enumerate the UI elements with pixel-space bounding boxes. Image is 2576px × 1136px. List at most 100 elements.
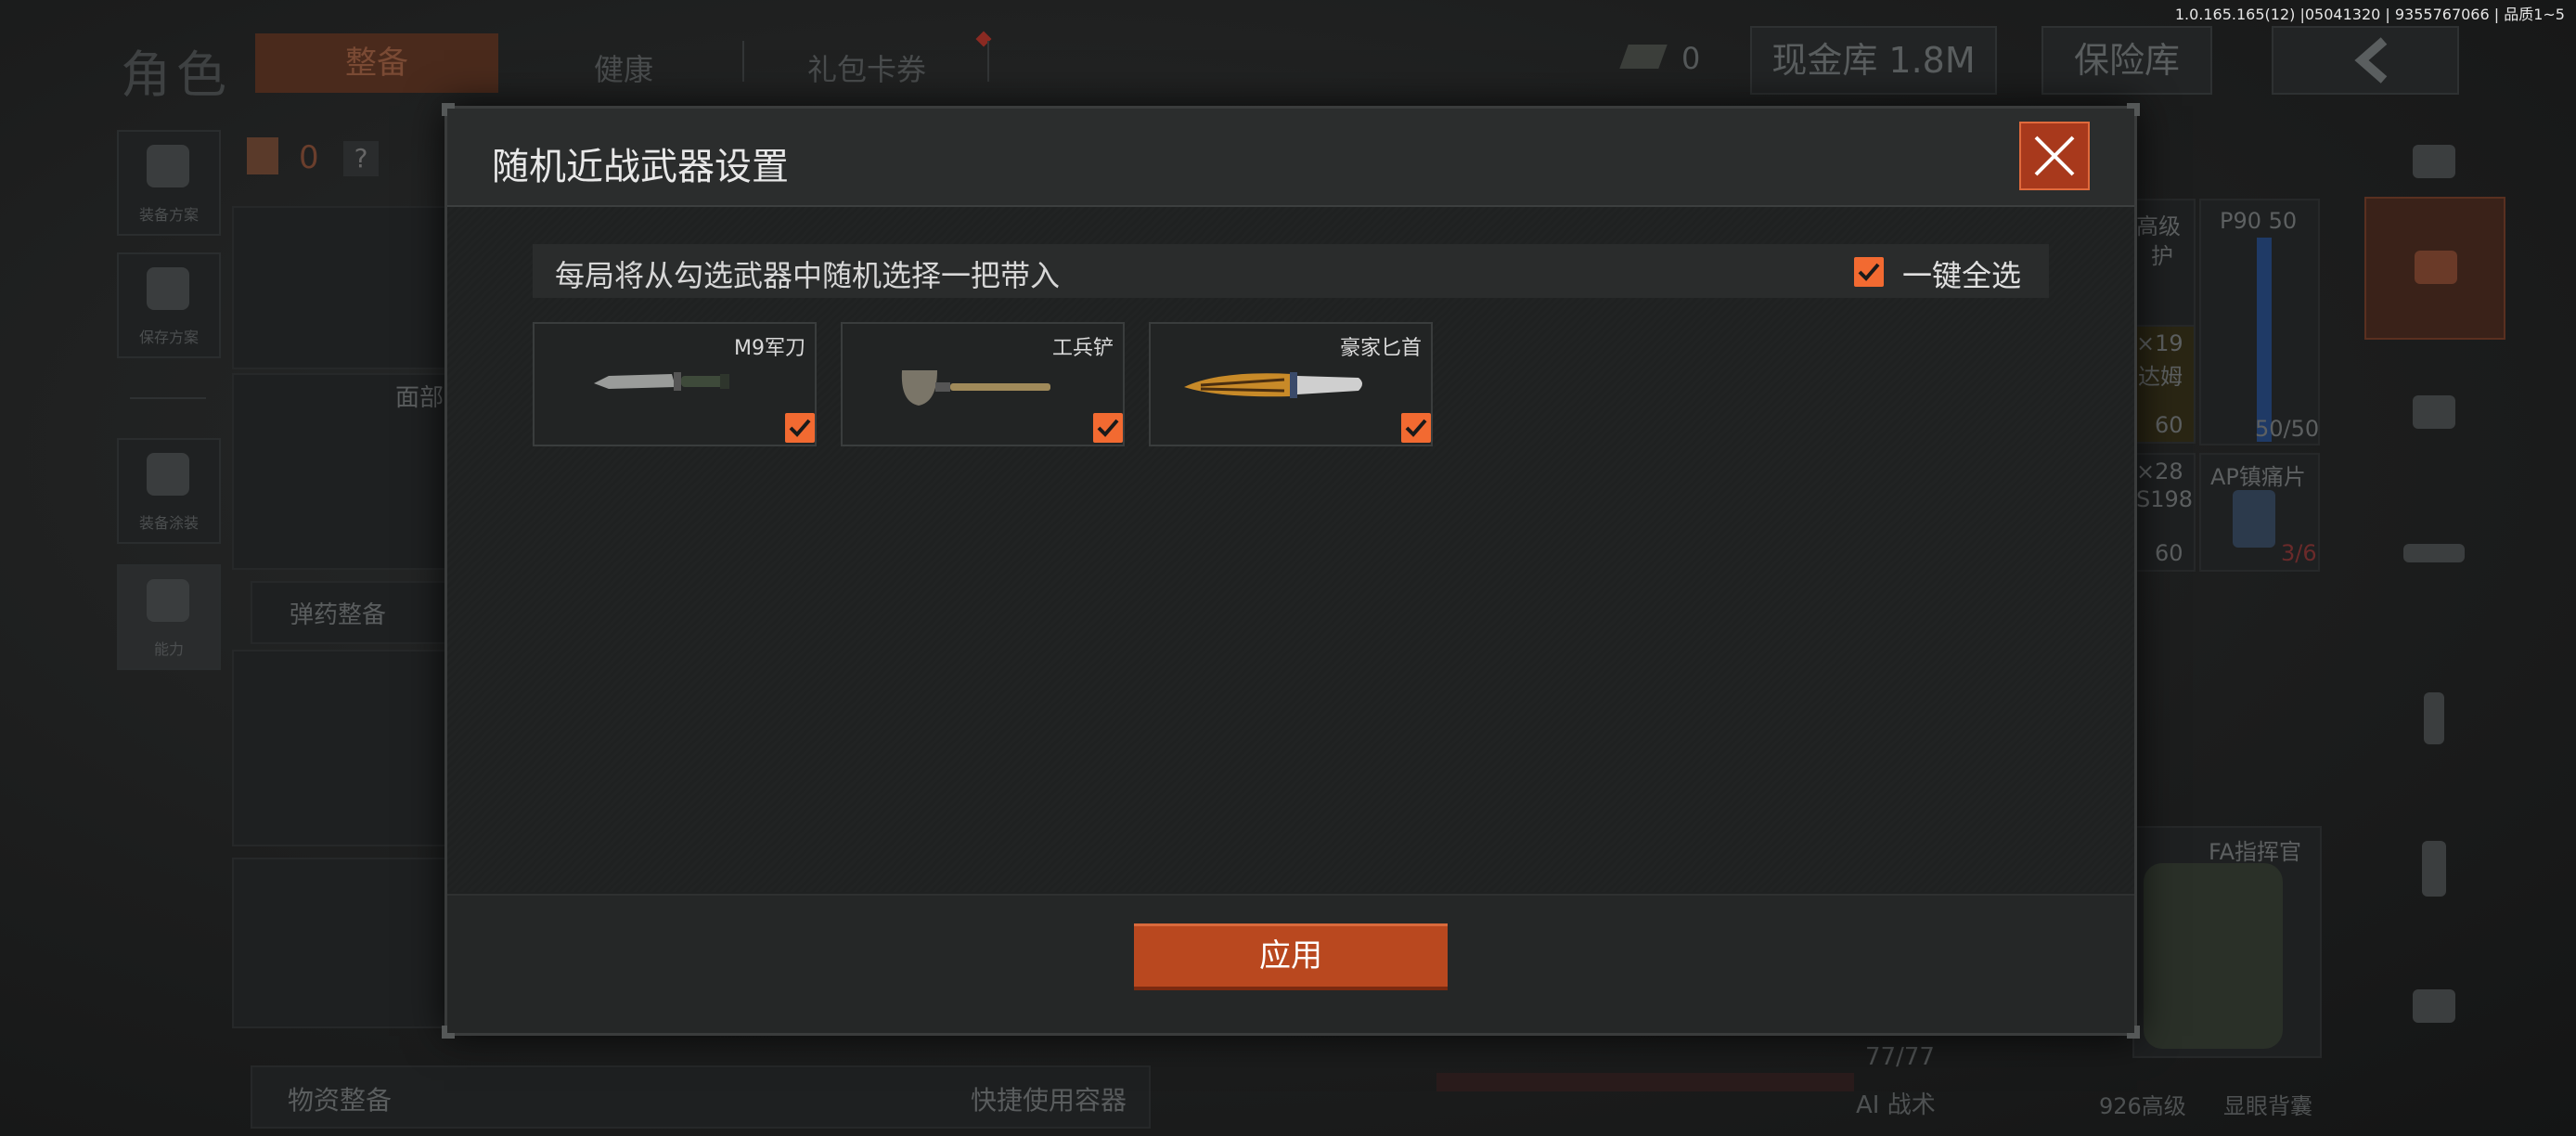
- box-icon: [2415, 251, 2457, 284]
- download-icon: [147, 267, 189, 310]
- quick-container-label: 快捷使用容器: [971, 1085, 1127, 1116]
- ammo-gauge: [2257, 238, 2272, 442]
- currency-value: 0: [1681, 41, 1701, 76]
- rsb-active-slot[interactable]: [2364, 197, 2505, 340]
- instruction-bar: 每局将从勾选武器中随机选择一把带入 一键全选: [533, 244, 2049, 298]
- backpack-icon: [247, 137, 278, 174]
- backpack-count: 0: [299, 139, 319, 176]
- supply-bar[interactable]: 物资整备 快捷使用容器: [251, 1065, 1151, 1129]
- sidebar-save-plan[interactable]: 保存方案: [117, 252, 221, 358]
- weapon-checkbox[interactable]: [785, 413, 815, 443]
- backpack-image: [2144, 863, 2283, 1049]
- weapon-card-shovel[interactable]: 工兵铲: [841, 322, 1125, 446]
- item-c-sub: S198: [2136, 486, 2194, 512]
- modal-title: 随机近战武器设置: [492, 146, 789, 188]
- check-icon: [1405, 419, 1427, 437]
- rsb-helmet[interactable]: [2364, 343, 2502, 483]
- durability-label: 77/77: [1865, 1043, 1935, 1071]
- item-slot-c[interactable]: ×28 S198 60: [2132, 453, 2196, 572]
- select-all-checkbox[interactable]: [1854, 257, 1884, 287]
- shovel-icon: [901, 370, 1050, 406]
- close-button[interactable]: [2019, 122, 2090, 190]
- help-button[interactable]: ?: [343, 141, 379, 176]
- tab-divider: [742, 41, 744, 82]
- helmet-icon: [2413, 395, 2455, 429]
- item-c-count: 60: [2155, 540, 2183, 566]
- p90-count: 50/50: [2255, 416, 2320, 442]
- rsb-knife[interactable]: [2364, 789, 2502, 928]
- backpack-slot[interactable]: FA指挥官: [2132, 826, 2322, 1058]
- magazine-icon: [2424, 692, 2444, 744]
- layers-icon: [2413, 145, 2455, 178]
- belt-slot[interactable]: [232, 858, 449, 1028]
- dagger-icon: [1184, 372, 1362, 398]
- safe-button[interactable]: 保险库: [2041, 26, 2212, 95]
- sidebar-skin[interactable]: 装备涂装: [117, 438, 221, 544]
- sidebar-label: 保存方案: [138, 329, 199, 346]
- weapon-name: M9军刀: [734, 337, 805, 360]
- weapon-checkbox[interactable]: [1401, 413, 1431, 443]
- item-b-title: ×19: [2136, 330, 2183, 356]
- gear-icon: [2413, 989, 2455, 1023]
- item-b-sub: 达姆: [2138, 364, 2183, 390]
- check-icon: [1858, 263, 1880, 281]
- page-title: 角色: [121, 45, 232, 104]
- weapon-checkbox[interactable]: [1093, 413, 1123, 443]
- fa-label: FA指挥官: [2209, 839, 2302, 865]
- modal-footer: 应用: [447, 894, 2134, 1033]
- safe-label: 保险库: [2073, 40, 2180, 81]
- painkiller-slot[interactable]: AP镇痛片 3/6: [2199, 453, 2320, 572]
- sidebar-label: 能力: [153, 640, 184, 658]
- supply-label: 物资整备: [288, 1085, 393, 1116]
- rsb-magazine[interactable]: [2364, 640, 2502, 780]
- modal-header: 随机近战武器设置: [447, 109, 2134, 207]
- item-d-title: AP镇痛片: [2210, 464, 2306, 490]
- bottom-item-a: 926高级: [2099, 1093, 2186, 1119]
- lightning-icon: [147, 579, 189, 622]
- tab-gift-cards[interactable]: 礼包卡券: [807, 46, 926, 89]
- back-button[interactable]: [2272, 26, 2459, 95]
- helmet-icon: [147, 453, 189, 496]
- item-c-title: ×28: [2136, 458, 2183, 484]
- weapon-card-m9[interactable]: M9军刀: [533, 322, 817, 446]
- apply-button[interactable]: 应用: [1134, 923, 1448, 990]
- cash-vault-label: 现金库 1.8M: [1771, 40, 1976, 81]
- item-slot-b[interactable]: ×19 达姆 60: [2132, 325, 2196, 444]
- weapon-card-dagger[interactable]: 豪家匕首: [1149, 322, 1433, 446]
- durability-bar: [1436, 1073, 1854, 1091]
- sidebar-label: 装备方案: [138, 206, 199, 224]
- weapon-name: 工兵铲: [1051, 337, 1114, 360]
- ammo-button[interactable]: 弹药整备: [251, 581, 449, 644]
- knife-icon: [2422, 841, 2446, 897]
- tab-health[interactable]: 健康: [594, 46, 653, 89]
- p90-label: P90 50: [2220, 208, 2298, 234]
- rsb-rifle[interactable]: [2364, 492, 2502, 631]
- tab-divider: [987, 41, 989, 82]
- equipment-slot[interactable]: [232, 206, 449, 369]
- ai-label: AI 战术: [1856, 1091, 1936, 1119]
- rsb-gear[interactable]: [2364, 937, 2502, 1077]
- modal-body: 每局将从勾选武器中随机选择一把带入 一键全选 M9军刀 工兵铲 豪家匕首: [447, 207, 2134, 892]
- item-d-count: 3/6: [2281, 540, 2317, 566]
- instruction-text: 每局将从勾选武器中随机选择一把带入: [555, 258, 1061, 293]
- back-arrow-icon: [2354, 37, 2388, 84]
- sidebar-ability[interactable]: 能力: [117, 564, 221, 670]
- vest-slot[interactable]: [232, 650, 449, 846]
- version-label: 1.0.165.165(12) |05041320 | 9355767066 |…: [2174, 6, 2565, 23]
- check-icon: [789, 419, 811, 437]
- item-a-sub: 护: [2151, 243, 2173, 269]
- random-melee-modal: 随机近战武器设置 每局将从勾选武器中随机选择一把带入 一键全选 M9军刀 工兵铲…: [442, 103, 2140, 1039]
- cash-vault-button[interactable]: 现金库 1.8M: [1750, 26, 1997, 95]
- item-a-title: 高级: [2136, 213, 2181, 239]
- check-icon: [1097, 419, 1119, 437]
- pill-bottle-icon: [2233, 490, 2275, 548]
- backpack-icon: [147, 145, 189, 187]
- tab-equipment[interactable]: 整备: [255, 33, 498, 93]
- weapon-name: 豪家匕首: [1339, 337, 1422, 360]
- p90-slot[interactable]: P90 50 50/50: [2199, 199, 2320, 445]
- select-all-label: 一键全选: [1902, 258, 2022, 293]
- item-b-count: 60: [2155, 412, 2183, 438]
- bottom-item-b: 显眼背囊: [2223, 1093, 2312, 1119]
- sidebar-label: 装备涂装: [138, 514, 199, 532]
- sidebar-equipment-plan[interactable]: 装备方案: [117, 130, 221, 236]
